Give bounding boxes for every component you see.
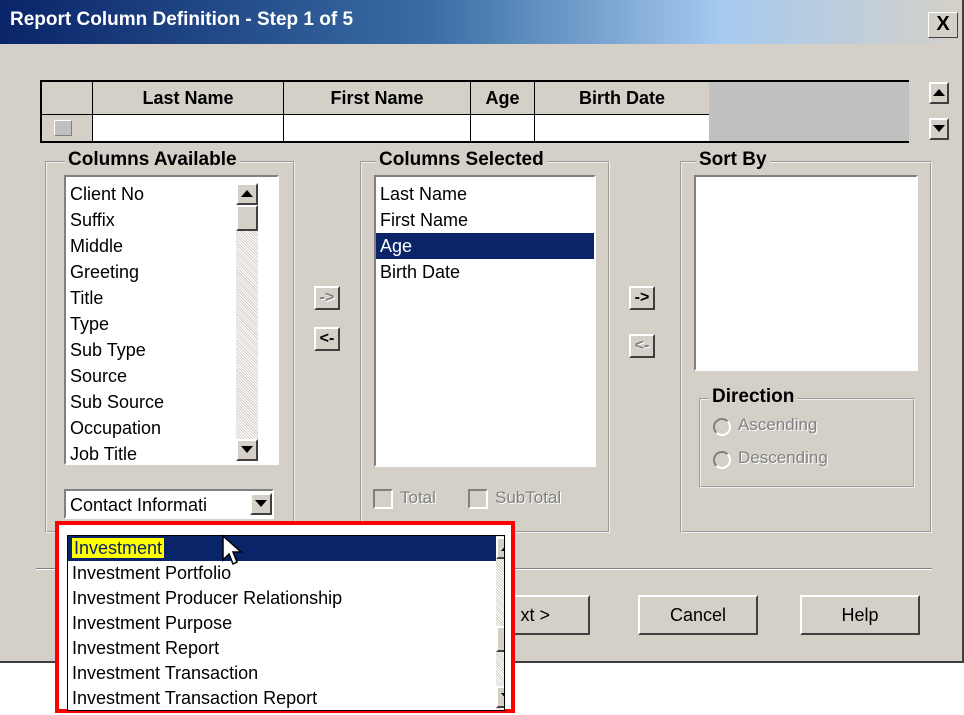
- arrow-up-icon: [241, 190, 253, 197]
- arrow-down-icon: [933, 125, 945, 132]
- selected-column-item[interactable]: Age: [376, 233, 594, 259]
- category-select[interactable]: Contact Informati: [64, 489, 274, 519]
- columns-selected-label: Columns Selected: [376, 149, 547, 171]
- cancel-button[interactable]: Cancel: [638, 595, 758, 635]
- grid-cell: [535, 115, 709, 141]
- sort-by-list[interactable]: [694, 175, 918, 371]
- dropdown-option[interactable]: Investment Transaction: [68, 661, 504, 686]
- grid-header-last-name[interactable]: Last Name: [93, 82, 284, 115]
- help-button[interactable]: Help: [800, 595, 920, 635]
- add-sort-button[interactable]: ->: [629, 286, 655, 310]
- columns-available-label: Columns Available: [65, 149, 240, 171]
- column-preview-grid: Last Name First Name Age Birth Date: [40, 80, 715, 143]
- arrow-down-icon: [501, 693, 504, 700]
- ascending-label: Ascending: [738, 415, 818, 434]
- dropdown-scroll-down-button[interactable]: [496, 686, 504, 708]
- columns-available-list[interactable]: Client No Suffix Middle Greeting Title Type Su…: [64, 175, 279, 465]
- direction-group: Direction: [699, 386, 915, 488]
- selected-column-item[interactable]: Birth Date: [376, 259, 594, 285]
- grid-header-birth-date[interactable]: Birth Date: [535, 82, 709, 115]
- total-checkbox[interactable]: [373, 489, 393, 509]
- subtotal-checkbox[interactable]: [468, 489, 488, 509]
- scrollbar-thumb[interactable]: [236, 205, 258, 231]
- window-title: Report Column Definition - Step 1 of 5: [10, 9, 354, 30]
- ascending-radio[interactable]: [713, 418, 731, 436]
- grid-row-selector[interactable]: [42, 115, 93, 141]
- total-label: Total: [400, 488, 436, 507]
- grid-cell: [93, 115, 284, 141]
- grid-cell: [284, 115, 471, 141]
- dropdown-option[interactable]: Investment: [68, 536, 504, 561]
- grid-cell: [471, 115, 535, 141]
- close-button[interactable]: X: [928, 12, 958, 38]
- descending-radio[interactable]: [713, 451, 731, 469]
- add-column-button[interactable]: ->: [314, 286, 340, 310]
- category-dropdown-list[interactable]: Investment Investment Portfolio Investment…: [67, 535, 505, 711]
- arrow-down-icon: [255, 500, 267, 507]
- grid-scroll-up-button[interactable]: [929, 82, 949, 104]
- dropdown-option[interactable]: Investment Transaction Report: [68, 686, 504, 710]
- grid-header-age[interactable]: Age: [471, 82, 535, 115]
- grid-corner: [42, 82, 93, 115]
- dropdown-option[interactable]: Investment Producer Relationship: [68, 586, 504, 611]
- arrow-down-icon: [241, 446, 253, 453]
- selected-column-item[interactable]: First Name: [376, 207, 594, 233]
- scrollbar-thumb[interactable]: [496, 626, 504, 652]
- sort-by-label: Sort By: [696, 149, 770, 171]
- grid-empty-area: [709, 80, 909, 143]
- title-bar[interactable]: Report Column Definition - Step 1 of 5 X: [0, 0, 962, 44]
- list-scroll-down-button[interactable]: [236, 439, 258, 461]
- descending-label: Descending: [738, 448, 828, 467]
- category-select-value: Contact Informati: [70, 495, 208, 515]
- remove-sort-button[interactable]: <-: [629, 334, 655, 358]
- columns-selected-list[interactable]: Last Name First Name Age Birth Date: [374, 175, 596, 467]
- selected-column-item[interactable]: Last Name: [376, 181, 594, 207]
- mouse-cursor-icon: [222, 534, 243, 566]
- dropdown-option-label: Investment: [72, 538, 165, 558]
- category-dropdown-callout: Investment Investment Portfolio Investment…: [55, 521, 515, 713]
- dropdown-scroll-up-button[interactable]: [496, 537, 504, 559]
- dropdown-option[interactable]: Investment Purpose: [68, 611, 504, 636]
- list-scroll-up-button[interactable]: [236, 183, 258, 205]
- scrollbar-track[interactable]: [496, 536, 504, 710]
- subtotal-label: SubTotal: [495, 488, 562, 507]
- remove-column-button[interactable]: <-: [314, 327, 340, 351]
- grid-header-first-name[interactable]: First Name: [284, 82, 471, 115]
- grid-scroll-down-button[interactable]: [929, 118, 949, 140]
- category-dropdown-button[interactable]: [250, 493, 272, 515]
- arrow-up-icon: [933, 89, 945, 96]
- dropdown-option[interactable]: Investment Report: [68, 636, 504, 661]
- arrow-up-icon: [501, 544, 504, 551]
- dropdown-option[interactable]: Investment Portfolio: [68, 561, 504, 586]
- direction-label: Direction: [709, 386, 798, 408]
